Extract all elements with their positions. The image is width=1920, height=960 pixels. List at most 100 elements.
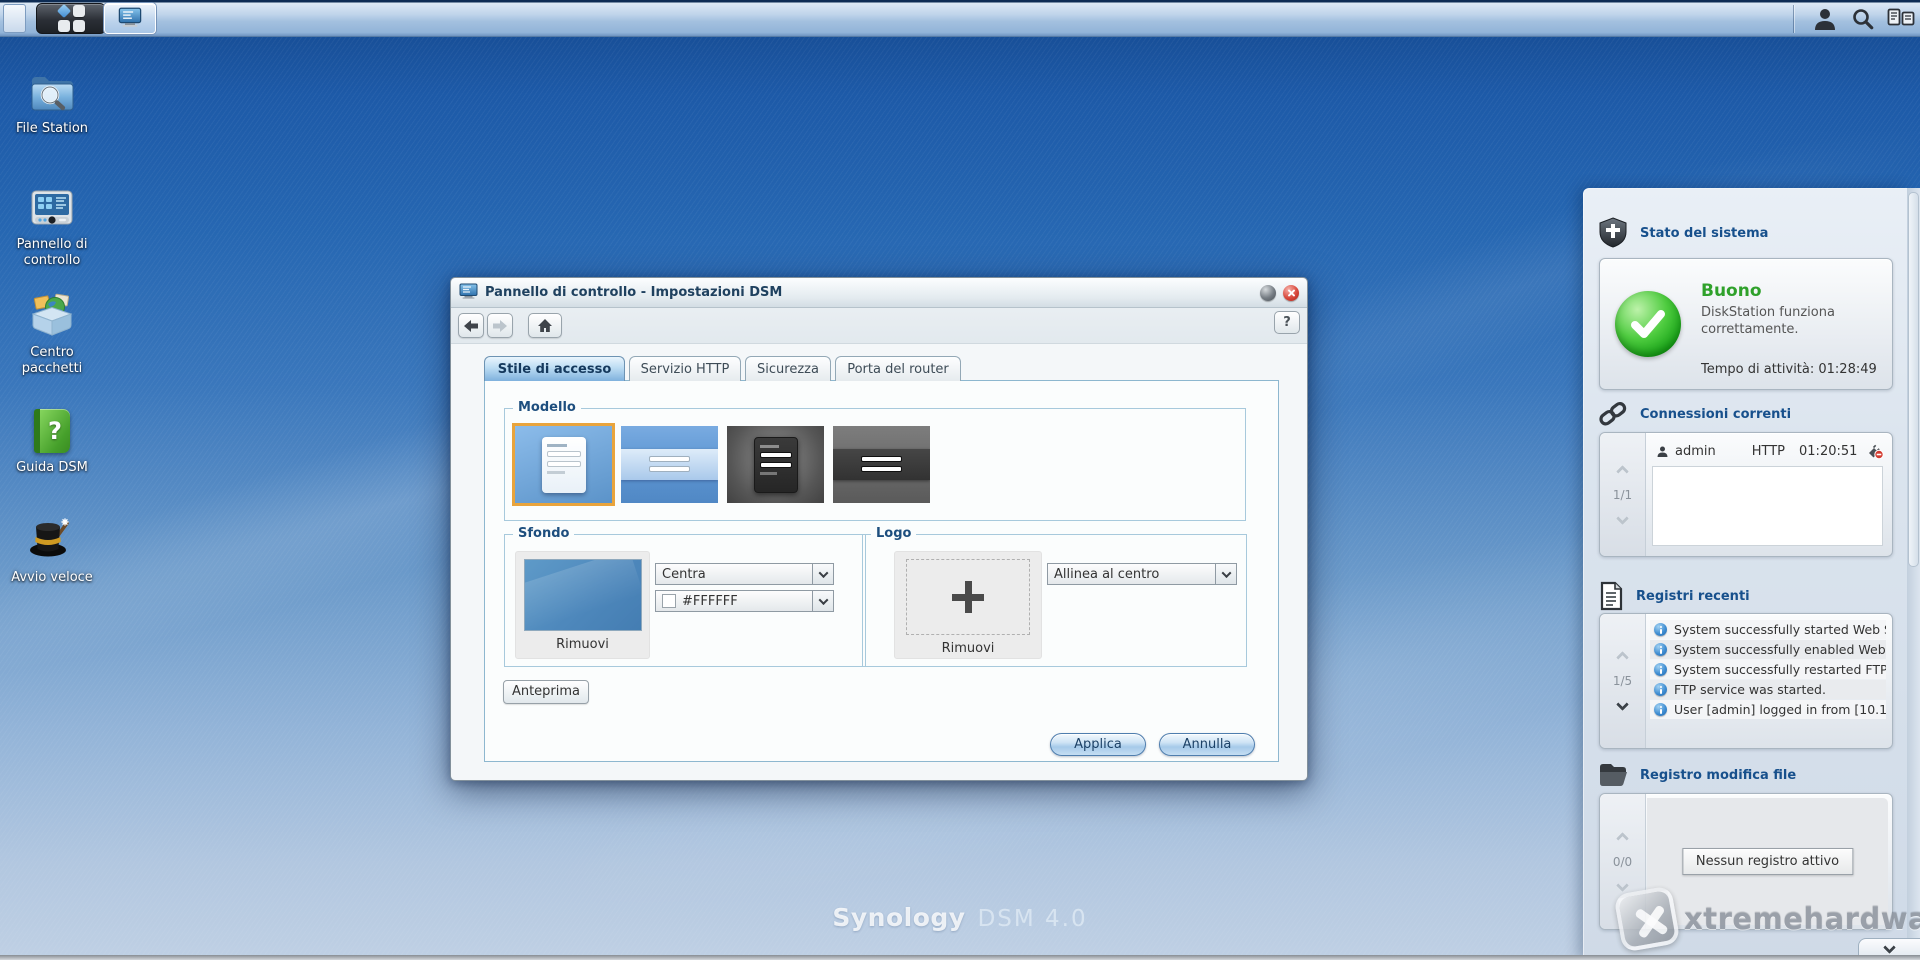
taskbar-divider [1793, 5, 1794, 33]
magic-hat-icon [0, 515, 104, 563]
log-row: System successfully restarted FTP... [1650, 660, 1886, 679]
bottom-edge-strip [0, 955, 1920, 960]
sidebar-scrollbar-thumb[interactable] [1908, 192, 1919, 567]
background-position-select[interactable]: Centra [655, 563, 834, 585]
connection-row: admin HTTP 01:20:51 [1656, 441, 1884, 461]
apply-button[interactable]: Applica [1050, 733, 1146, 756]
widget-title: Stato del sistema [1640, 226, 1768, 241]
page-down-button[interactable] [1616, 698, 1629, 711]
page-up-button[interactable] [1616, 465, 1629, 478]
home-icon [537, 318, 553, 333]
template-thumbnail-dark-card[interactable] [727, 426, 824, 503]
help-button[interactable]: ? [1274, 311, 1300, 334]
widget-title: Registri recenti [1636, 589, 1750, 604]
desktop-icon-label: Avvio veloce [6, 570, 98, 586]
log-row: User [admin] logged in from [10.16... [1650, 700, 1886, 719]
show-desktop-button[interactable] [3, 4, 26, 33]
chevron-down-icon [812, 564, 833, 584]
main-menu-button[interactable] [36, 3, 106, 34]
system-status-card: Buono DiskStation funziona correttamente… [1599, 258, 1893, 390]
background-image-thumb[interactable] [524, 559, 642, 631]
back-arrow-icon [463, 319, 479, 333]
connection-time: 01:20:51 [1799, 444, 1857, 459]
forward-arrow-icon [492, 319, 508, 333]
desktop-icon-dsm-help[interactable]: ? Guida DSM [0, 405, 104, 476]
color-swatch [662, 594, 676, 608]
info-icon [1654, 683, 1667, 696]
page-up-button[interactable] [1616, 651, 1629, 664]
logo-fieldset: Logo Rimuovi Allinea al centro [862, 534, 1247, 667]
taskbar-item-control-panel[interactable] [104, 3, 156, 34]
template-thumbnail-dark-band[interactable] [833, 426, 930, 503]
page-down-button[interactable] [1616, 512, 1629, 525]
template-thumbnail-blue-band[interactable] [621, 426, 718, 503]
desktop-icon-package-center[interactable]: Centro pacchetti [0, 290, 104, 377]
desktop-icon-quick-start[interactable]: Avvio veloce [0, 515, 104, 586]
tab-login-style[interactable]: Stile di accesso [484, 356, 625, 381]
no-active-log-button[interactable]: Nessun registro attivo [1682, 848, 1853, 875]
disconnect-button[interactable] [1866, 443, 1884, 459]
logo-legend: Logo [871, 526, 916, 541]
back-button[interactable] [458, 313, 484, 338]
search-icon [1851, 7, 1875, 31]
package-center-icon [0, 290, 104, 338]
connections-header: Connessioni correnti [1598, 399, 1791, 429]
tab-http-service[interactable]: Servizio HTTP [629, 356, 741, 381]
minimize-button[interactable] [1260, 285, 1276, 301]
desktop: File Station Pannello di controllo [0, 0, 1920, 960]
preview-button[interactable]: Anteprima [503, 680, 589, 704]
file-log-card: 0/0 Nessun registro attivo [1599, 793, 1893, 930]
logo-align-select[interactable]: Allinea al centro [1047, 563, 1237, 585]
tab-router-port[interactable]: Porta del router [835, 356, 961, 381]
file-log-header: Registro modifica file [1598, 762, 1796, 788]
connections-list [1652, 466, 1883, 546]
desktop-icon-control-panel[interactable]: Pannello di controllo [0, 182, 104, 269]
recent-logs-card: 1/5 System successfully started Web St..… [1599, 613, 1893, 749]
control-panel-icon [0, 182, 104, 230]
monitor-icon [118, 7, 142, 31]
desktop-icon-file-station[interactable]: File Station [0, 66, 104, 137]
log-list: System successfully started Web St... Sy… [1650, 620, 1886, 720]
status-uptime: Tempo di attività: 01:28:49 [1701, 362, 1877, 377]
folder-icon [1598, 762, 1628, 788]
window-titlebar[interactable]: Pannello di controllo - Impostazioni DSM [451, 278, 1307, 308]
control-panel-window: Pannello di controllo - Impostazioni DSM… [450, 277, 1308, 781]
background-position-value: Centra [662, 567, 706, 582]
page-indicator: 1/1 [1613, 488, 1632, 502]
search-button[interactable] [1844, 4, 1882, 34]
recent-logs-header: Registri recenti [1598, 581, 1750, 611]
log-row: System successfully started Web St... [1650, 620, 1886, 639]
page-indicator: 1/5 [1613, 674, 1632, 688]
widgets-toggle-button[interactable] [1882, 4, 1920, 34]
close-button[interactable] [1283, 285, 1299, 301]
log-text: System successfully enabled WebD... [1674, 642, 1886, 657]
template-thumbnail-blue-card[interactable] [515, 426, 612, 503]
connections-pager: 1/1 [1600, 433, 1646, 556]
status-value: Buono [1701, 281, 1762, 301]
logo-remove-button[interactable]: Rimuovi [942, 641, 995, 656]
background-remove-button[interactable]: Rimuovi [556, 637, 609, 652]
log-row: System successfully enabled WebD... [1650, 640, 1886, 659]
connection-protocol: HTTP [1752, 444, 1785, 459]
page-indicator: 0/0 [1613, 855, 1632, 869]
template-thumbnails [515, 426, 930, 503]
page-down-button[interactable] [1616, 879, 1629, 892]
window-toolbar [451, 308, 1307, 344]
background-color-value: #FFFFFF [682, 594, 738, 609]
home-button[interactable] [528, 313, 562, 338]
file-station-icon [0, 66, 104, 114]
user-icon [1812, 6, 1838, 32]
forward-button[interactable] [487, 313, 513, 338]
page-up-button[interactable] [1616, 832, 1629, 845]
tab-security[interactable]: Sicurezza [745, 356, 831, 381]
cancel-button[interactable]: Annulla [1159, 733, 1255, 756]
template-legend: Modello [513, 400, 581, 415]
user-menu-button[interactable] [1806, 4, 1844, 34]
widgets-icon [1887, 8, 1915, 30]
log-row: FTP service was started. [1650, 680, 1886, 699]
widget-panel: Stato del sistema Buono DiskStation funz… [1583, 188, 1907, 960]
logo-upload-dropzone[interactable] [906, 559, 1030, 635]
status-ok-icon [1615, 291, 1681, 357]
taskbar-right [1793, 0, 1920, 37]
background-color-select[interactable]: #FFFFFF [655, 590, 834, 612]
